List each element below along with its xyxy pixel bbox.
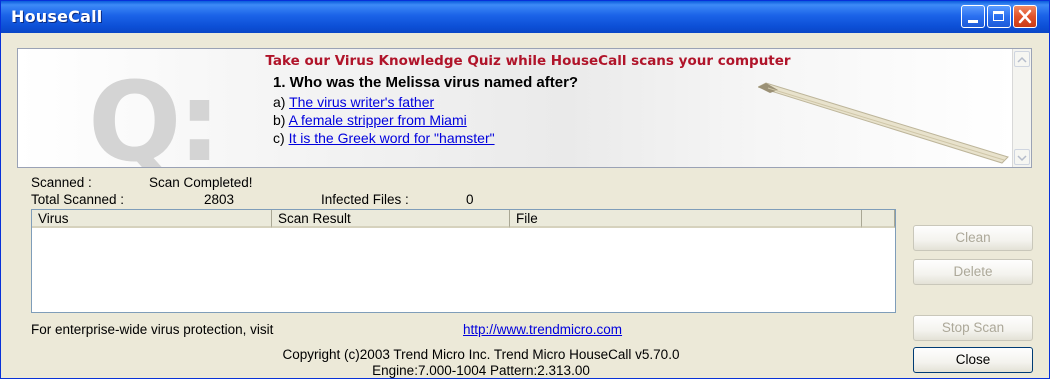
scanned-value: Scan Completed! [149,175,253,190]
total-scanned-value: 2803 [204,192,235,207]
housecall-window: HouseCall Q: Take our Virus Knowledge Qu… [0,0,1050,379]
column-header-file[interactable]: File [510,210,862,228]
close-button[interactable]: Close [913,347,1033,373]
window-title: HouseCall [11,7,103,26]
answer-link-b[interactable]: A female stripper from Miami [289,112,467,128]
visit-text: For enterprise-wide virus protection, vi… [31,322,274,337]
stop-scan-button[interactable]: Stop Scan [913,315,1033,341]
chevron-down-icon [1017,155,1027,162]
title-bar[interactable]: HouseCall [1,1,1049,33]
quiz-answer-c: c) It is the Greek word for "hamster" [273,130,495,146]
scroll-up-button[interactable] [1014,51,1030,67]
answer-link-c[interactable]: It is the Greek word for "hamster" [289,130,495,146]
answer-prefix: c) [273,130,285,146]
answer-link-a[interactable]: The virus writer's father [289,94,434,110]
column-header-virus[interactable]: Virus [32,210,272,228]
total-scanned-label: Total Scanned : [31,192,125,207]
close-icon [1018,9,1032,24]
results-list[interactable]: Virus Scan Result File [31,209,896,313]
quiz-answer-b: b) A female stripper from Miami [273,112,467,128]
maximize-button[interactable] [987,5,1011,28]
infected-files-label: Infected Files : [321,192,409,207]
scroll-down-button[interactable] [1014,149,1030,165]
scanned-label: Scanned : [31,175,92,190]
answer-prefix: a) [273,94,286,110]
maximize-icon [993,11,1004,21]
minimize-icon [968,20,978,23]
infected-files-value: 0 [466,192,474,207]
pencil-icon [758,82,1009,164]
quiz-answer-a: a) The virus writer's father [273,94,434,110]
column-header-scan-result[interactable]: Scan Result [272,210,510,228]
delete-button[interactable]: Delete [913,259,1033,285]
quiz-heading: Take our Virus Knowledge Quiz while Hous… [265,53,791,69]
minimize-button[interactable] [961,5,985,28]
copyright-line: Copyright (c)2003 Trend Micro Inc. Trend… [282,347,680,362]
quiz-question: 1. Who was the Melissa virus named after… [273,74,579,91]
quiz-panel: Q: Take our Virus Knowledge Quiz while H… [17,48,1032,168]
copyright-block: Copyright (c)2003 Trend Micro Inc. Trend… [101,347,861,379]
engine-pattern-line: Engine:7.000-1004 Pattern:2.313.00 [372,363,590,378]
quiz-scrollbar[interactable] [1012,49,1031,167]
chevron-up-icon [1017,56,1027,63]
close-window-button[interactable] [1013,5,1037,28]
quiz-badge: Q: [88,58,221,168]
column-header-extra[interactable] [862,210,895,228]
clean-button[interactable]: Clean [913,225,1033,251]
answer-prefix: b) [273,112,286,128]
trendmicro-link[interactable]: http://www.trendmicro.com [463,322,622,337]
